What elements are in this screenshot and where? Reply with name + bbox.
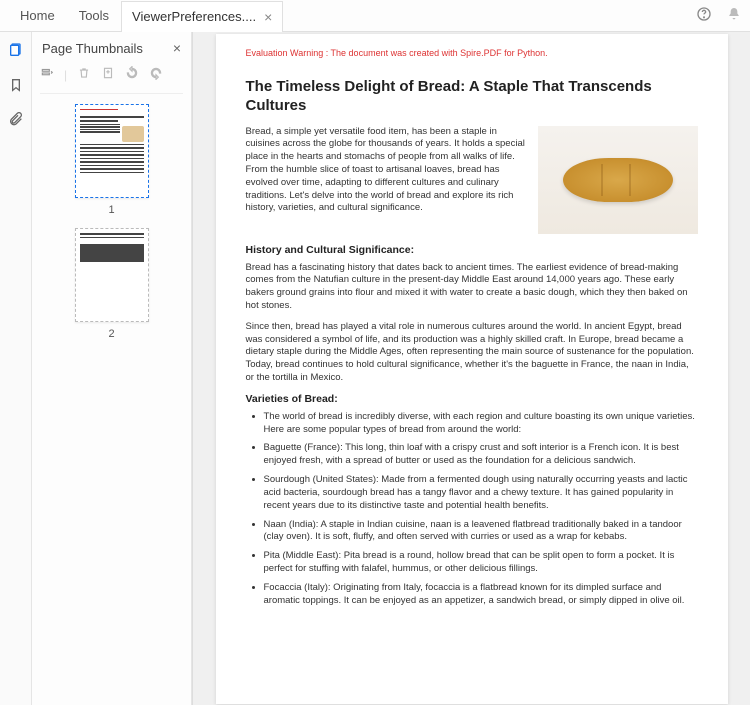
thumbnail-page-2[interactable] [75, 228, 149, 322]
page-1: Evaluation Warning : The document was cr… [216, 34, 728, 704]
insert-icon[interactable] [101, 66, 115, 83]
bell-icon[interactable] [726, 6, 742, 25]
varieties-list: The world of bread is incredibly diverse… [246, 411, 698, 608]
list-item: Pita (Middle East): Pita bread is a roun… [264, 550, 698, 576]
evaluation-warning: Evaluation Warning : The document was cr… [246, 48, 698, 58]
list-item: Naan (India): A staple in Indian cuisine… [264, 519, 698, 545]
left-rail [0, 32, 32, 705]
document-title: The Timeless Delight of Bread: A Staple … [246, 78, 698, 116]
tab-tools[interactable]: Tools [67, 0, 121, 31]
list-item: Focaccia (Italy): Originating from Italy… [264, 582, 698, 608]
bread-image [538, 126, 698, 234]
bread-illustration [563, 158, 673, 202]
close-icon[interactable]: × [264, 9, 272, 25]
thumbnail-page-1[interactable] [75, 104, 149, 198]
close-icon[interactable]: × [173, 40, 181, 56]
thumbnails-icon[interactable] [8, 42, 24, 61]
paragraph: Since then, bread has played a vital rol… [246, 321, 698, 385]
attachment-icon[interactable] [8, 112, 24, 131]
rotate-ccw-icon[interactable] [125, 66, 139, 83]
help-icon[interactable] [696, 6, 712, 25]
section-title-history: History and Cultural Significance: [246, 244, 698, 256]
list-item: Sourdough (United States): Made from a f… [264, 474, 698, 512]
thumbnail-list: 1 2 [40, 104, 183, 699]
options-icon[interactable] [40, 66, 54, 83]
rotate-cw-icon[interactable] [149, 66, 163, 83]
thumbnail-panel: Page Thumbnails × | [32, 32, 192, 705]
topbar: Home Tools ViewerPreferences.... × [0, 0, 750, 32]
tab-document-active[interactable]: ViewerPreferences.... × [121, 1, 283, 32]
intro-section: Bread, a simple yet versatile food item,… [246, 126, 698, 234]
thumbnail-title: Page Thumbnails [42, 41, 143, 56]
bookmark-icon[interactable] [8, 77, 24, 96]
trash-icon[interactable] [77, 66, 91, 83]
document-viewer[interactable]: ◂ Evaluation Warning : The document was … [192, 32, 750, 705]
thumbnail-number: 1 [108, 204, 114, 216]
thumbnail-header: Page Thumbnails × [40, 38, 183, 64]
intro-text: Bread, a simple yet versatile food item,… [246, 126, 528, 234]
list-item: The world of bread is incredibly diverse… [264, 411, 698, 437]
tab-home[interactable]: Home [8, 0, 67, 31]
tab-label: ViewerPreferences.... [132, 9, 256, 24]
thumbnail-toolbar: | [40, 64, 183, 94]
topbar-left: Home Tools ViewerPreferences.... × [8, 0, 283, 31]
list-item: Baguette (France): This long, thin loaf … [264, 442, 698, 468]
main: Page Thumbnails × | [0, 32, 750, 705]
thumbnail-number: 2 [108, 328, 114, 340]
topbar-right [696, 6, 742, 25]
paragraph: Bread has a fascinating history that dat… [246, 262, 698, 313]
section-title-varieties: Varieties of Bread: [246, 393, 698, 405]
